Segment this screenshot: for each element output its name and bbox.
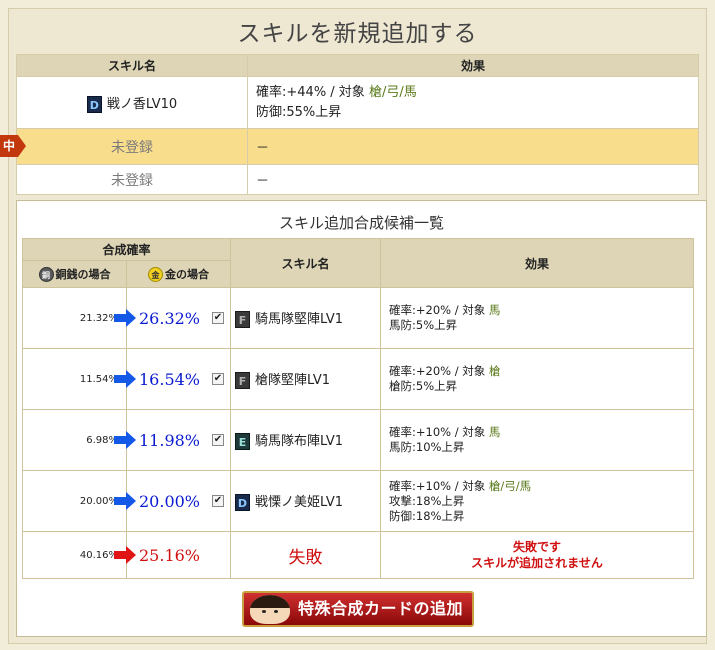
effect-target: 槍: [488, 364, 501, 378]
rank-f-icon: F: [235, 372, 250, 389]
current-effect-target: 槍/弓/馬: [368, 84, 417, 100]
candidate-row[interactable]: 21.32% 26.32% ✔ F 騎馬隊堅陣LV1 確率:+20% / 対象 馬馬…: [22, 287, 694, 349]
skill-slot-3[interactable]: 未登録 －: [16, 164, 699, 195]
current-slot-marker: 中: [0, 135, 26, 157]
hdr-copper: 銅銭の場合: [55, 267, 111, 281]
skill-name: 騎馬隊布陣LV1: [255, 434, 343, 449]
effect-target: 馬: [488, 425, 501, 439]
candidate-row[interactable]: 11.54% 16.54% ✔ F 槍隊堅陣LV1 確率:+20% / 対象 槍槍防…: [22, 348, 694, 410]
add-special-card-button[interactable]: 特殊合成カードの追加: [242, 591, 474, 627]
skill-slot-2[interactable]: 未登録 －: [16, 128, 699, 165]
skill-name: 騎馬隊堅陣LV1: [255, 312, 343, 327]
select-checkbox[interactable]: ✔: [212, 373, 224, 385]
current-skill-name: 戦ノ香LV10: [106, 96, 178, 112]
copper-rate: 20.00%: [79, 495, 118, 507]
current-effect-rate: 確率:+44% / 対象: [256, 84, 365, 100]
slot2-effect: －: [247, 128, 699, 165]
copper-rate: 21.32%: [79, 312, 118, 324]
effect-detail: 馬防:10%上昇: [389, 440, 465, 454]
fail-label: 失敗: [230, 531, 381, 579]
hdr-rate: 合成確率: [22, 238, 231, 261]
candidates-title: スキル追加合成候補一覧: [278, 214, 444, 232]
effect-rate: 確率:+20% / 対象: [389, 364, 486, 378]
gold-rate: 20.00%: [139, 491, 201, 511]
hdr-effect: 効果: [380, 238, 694, 288]
rank-f-icon: F: [235, 311, 250, 328]
current-skill-row: D 戦ノ香LV10 確率:+44% / 対象 槍/弓/馬 防御:55%上昇: [16, 76, 699, 129]
select-checkbox[interactable]: ✔: [212, 434, 224, 446]
gold-rate: 26.32%: [139, 308, 201, 328]
slot3-name: 未登録: [16, 164, 248, 195]
copper-rate: 40.16%: [79, 549, 118, 561]
character-portrait-icon: [250, 595, 290, 624]
gold-coin-icon: 金: [148, 267, 163, 283]
col-effect: 効果: [247, 54, 699, 77]
effect-rate: 確率:+20% / 対象: [389, 303, 486, 317]
effect-rate: 確率:+10% / 対象: [389, 478, 486, 493]
effect-detail: 槍防:5%上昇: [389, 379, 458, 393]
rank-d-icon: D: [86, 95, 102, 113]
hdr-gold: 金の場合: [165, 267, 209, 281]
fail-detail: スキルが追加されません: [471, 556, 603, 570]
current-skills-table: スキル名 効果 D 戦ノ香LV10 確率:+44% / 対象 槍/弓/馬 防御:5…: [16, 54, 699, 195]
select-checkbox[interactable]: ✔: [212, 312, 224, 324]
slot3-effect: －: [247, 164, 699, 195]
copper-rate: 11.54%: [79, 373, 118, 385]
select-checkbox[interactable]: ✔: [212, 495, 224, 507]
effect-target: 馬: [488, 303, 501, 317]
hdr-skill-name: スキル名: [230, 238, 381, 288]
gold-rate: 16.54%: [139, 369, 201, 389]
fail-message: 失敗です: [512, 540, 561, 554]
effect-detail: 防御:18%上昇: [389, 508, 465, 523]
effect-target: 槍/弓/馬: [488, 478, 532, 493]
skill-name: 槍隊堅陣LV1: [255, 373, 330, 388]
gold-rate: 11.98%: [139, 430, 201, 450]
current-effect-defense: 防御:55%上昇: [256, 104, 342, 120]
effect-detail: 馬防:5%上昇: [389, 318, 458, 332]
gold-rate: 25.16%: [139, 545, 201, 565]
rank-e-icon: E: [235, 433, 250, 450]
fail-row: 40.16% 25.16% 失敗 失敗ですスキルが追加されません: [22, 531, 694, 579]
page-title: スキルを新規追加する: [237, 21, 478, 47]
candidate-row[interactable]: 6.98% 11.98% ✔ E 騎馬隊布陣LV1 確率:+10% / 対象 馬馬防…: [22, 409, 694, 471]
candidates-table: 合成確率 スキル名 効果 銅銅銭の場合 金金の場合 21.32% 26.32% ✔…: [22, 238, 694, 579]
slot2-name: 未登録: [16, 128, 248, 165]
add-special-card-label: 特殊合成カードの追加: [298, 599, 464, 618]
col-skill-name: スキル名: [16, 54, 248, 77]
effect-detail: 攻撃:18%上昇: [389, 493, 465, 508]
copper-coin-icon: 銅: [38, 267, 54, 283]
candidate-row[interactable]: 20.00% 20.00% ✔ D 戦慄ノ美姫LV1 確率:+10% / 対象 槍/…: [22, 470, 694, 532]
rank-d-icon: D: [235, 494, 250, 511]
effect-rate: 確率:+10% / 対象: [389, 425, 486, 439]
skill-name: 戦慄ノ美姫LV1: [255, 495, 343, 510]
